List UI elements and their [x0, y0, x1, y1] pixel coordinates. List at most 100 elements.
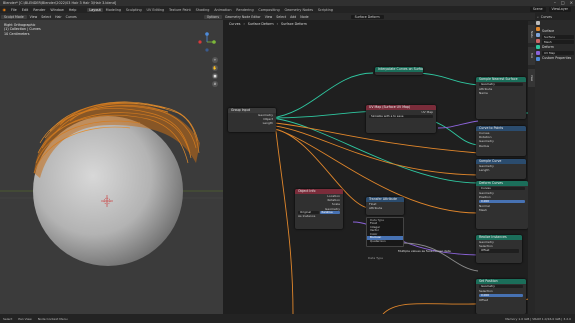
geometry-node-editor[interactable]: Geometry Node Editor View Select Add Nod…	[223, 13, 535, 314]
properties-section[interactable]: Surface	[542, 29, 574, 34]
data-type-dropdown[interactable]: Data Type Float Integer Vector Color Boo…	[366, 217, 404, 247]
node-deform-curves[interactable]: Deform Curves Curves Geometry Position 0…	[476, 181, 528, 229]
scene-tab-icon[interactable]	[536, 39, 540, 43]
tooltip-subtext: Data Type	[368, 256, 384, 260]
properties-section[interactable]: Deform	[542, 45, 574, 50]
node-socket[interactable]: Selection	[476, 289, 526, 293]
as-instance-checkbox[interactable]: As Instance	[295, 214, 343, 218]
properties-field[interactable]: Mesh	[542, 40, 574, 44]
search-icon[interactable]: ⌕	[537, 15, 539, 19]
node-field[interactable]: Curves	[479, 186, 525, 191]
blender-logo-icon[interactable]: ◉	[0, 7, 9, 12]
tab-texture-paint[interactable]: Texture Paint	[167, 8, 194, 12]
node-sample-curve[interactable]: Sample Curve Geometry Length	[476, 159, 526, 179]
data-tab-icon[interactable]	[536, 57, 540, 61]
node-value-field[interactable]: 0.000	[479, 293, 523, 298]
node-socket[interactable]: Name	[476, 91, 526, 95]
tab-rendering[interactable]: Rendering	[234, 8, 256, 12]
properties-header: ⌕ Curves	[535, 13, 575, 20]
tab-layout[interactable]: Layout	[86, 7, 104, 12]
sidebar-tab-view[interactable]: View	[528, 69, 535, 87]
node-interpolate-curves[interactable]: Interpolate Curves on Surface	[375, 67, 423, 75]
viewport-canvas	[0, 101, 223, 266]
menu-edit[interactable]: Edit	[19, 8, 31, 12]
tab-modeling[interactable]: Modeling	[103, 8, 123, 12]
close-icon[interactable]: ×	[570, 0, 573, 5]
sidebar-tab-tool[interactable]: Tool	[528, 47, 535, 65]
status-memory: Memory 1.0 GiB | VRAM 1.0/16.0 GiB | 3.2…	[505, 316, 571, 321]
tab-uv-editing[interactable]: UV Editing	[144, 8, 166, 12]
scene-selector[interactable]: Scene	[529, 7, 546, 12]
grid-icon[interactable]: #	[212, 81, 218, 87]
uv-map-field[interactable]: Sinkable with a to save	[369, 114, 433, 119]
properties-tabs	[535, 21, 541, 121]
tab-shading[interactable]: Shading	[193, 8, 212, 12]
node-socket[interactable]: Offset	[476, 298, 526, 302]
viewport-nav-tools: + ✋ ■ #	[210, 57, 220, 87]
view-layer-selector[interactable]: ViewLayer	[548, 7, 571, 12]
navigation-gizmo[interactable]	[197, 31, 217, 53]
sidebar-tab-node[interactable]: Node	[528, 25, 535, 43]
tab-geometry-nodes[interactable]: Geometry Nodes	[282, 8, 315, 12]
properties-object-name: Curves	[540, 14, 552, 19]
tooltip-text: Multiple values as face-corner data	[398, 249, 451, 253]
top-menu-bar: ◉ File Edit Render Window Help Layout Mo…	[0, 6, 575, 13]
properties-content: Surface Surface Mesh Deform UV Map Custo…	[542, 29, 574, 61]
node-socket[interactable]: Attribute	[366, 206, 404, 210]
node-uv-map[interactable]: UV Map (Surface UV Map) UV Map Sinkable …	[366, 105, 436, 133]
node-object-info[interactable]: Object Info Location Rotation Scale Geom…	[295, 189, 343, 229]
node-title: Deform Curves	[476, 181, 528, 186]
camera-icon[interactable]: ■	[212, 73, 218, 79]
node-socket[interactable]: Length	[476, 168, 526, 172]
properties-section[interactable]: Custom Properties	[542, 56, 574, 61]
dropdown-item[interactable]: Quaternion	[367, 239, 403, 244]
status-hint: Select	[3, 316, 13, 321]
node-socket[interactable]: Radius	[476, 144, 526, 148]
properties-field[interactable]: UV Map	[542, 51, 574, 55]
node-field[interactable]: Geometry	[479, 284, 523, 289]
node-value-field[interactable]: 0.000	[479, 199, 525, 204]
menu-help[interactable]: Help	[66, 8, 79, 12]
status-hint: Node Context Menu	[37, 316, 68, 321]
status-hint: Pan View	[18, 316, 32, 321]
node-sample-nearest-surface[interactable]: Sample Nearest Surface Geometry Attribut…	[476, 77, 526, 119]
menu-file[interactable]: File	[9, 8, 20, 12]
node-curve-to-points[interactable]: Curve to Points Curves Rotation Geometry…	[476, 126, 526, 156]
node-realize-instances[interactable]: Realize Instances Geometry Selection Off…	[476, 235, 522, 263]
node-socket[interactable]: Length	[228, 121, 276, 125]
tab-animation[interactable]: Animation	[212, 8, 234, 12]
properties-field[interactable]: Surface	[542, 35, 574, 39]
3d-viewport[interactable]: Sculpt Mode View Select Hair Curves Opti…	[0, 13, 223, 314]
render-tab-icon[interactable]	[536, 27, 540, 31]
tool-tab-icon[interactable]	[536, 21, 540, 25]
status-bar: Select Pan View Node Context Menu Memory…	[0, 314, 575, 323]
pan-hand-icon[interactable]: ✋	[212, 65, 218, 71]
node-set-position[interactable]: Set Position Geometry Selection 0.000 Of…	[476, 279, 526, 314]
node-group-input[interactable]: Group Input Geometry Object Length	[228, 108, 276, 132]
menu-render[interactable]: Render	[31, 8, 48, 12]
node-title: Interpolate Curves on Surface	[375, 67, 423, 72]
node-sidebar-tabs: Node Tool View	[528, 21, 535, 314]
tab-scripting[interactable]: Scripting	[315, 8, 335, 12]
relative-button[interactable]: Relative	[319, 210, 340, 215]
modifier-tab-icon[interactable]	[536, 45, 540, 49]
physics-tab-icon[interactable]	[536, 51, 540, 55]
node-socket[interactable]: Position	[476, 195, 528, 199]
node-field[interactable]: Geometry	[479, 82, 523, 87]
node-title: Set Position	[476, 279, 526, 284]
node-title: Sample Nearest Surface	[476, 77, 526, 82]
node-socket[interactable]: Selection	[476, 244, 522, 248]
output-tab-icon[interactable]	[536, 33, 540, 37]
properties-panel: ⌕ Curves Surface Surface Mesh Deform UV …	[535, 13, 575, 314]
zoom-icon[interactable]: +	[212, 57, 218, 63]
maximize-icon[interactable]: □	[561, 0, 565, 5]
tab-sculpting[interactable]: Sculpting	[123, 8, 144, 12]
tab-compositing[interactable]: Compositing	[256, 8, 282, 12]
node-socket[interactable]: UV Map	[366, 110, 436, 114]
minimize-icon[interactable]: –	[554, 0, 556, 5]
node-socket[interactable]: Mesh	[476, 208, 528, 212]
checkbox-label: As Instance	[298, 214, 316, 219]
node-transfer-attribute[interactable]: Transfer Attribute Float Attribute	[366, 197, 404, 215]
menu-window[interactable]: Window	[48, 8, 66, 12]
node-field[interactable]: Offset	[479, 248, 519, 253]
